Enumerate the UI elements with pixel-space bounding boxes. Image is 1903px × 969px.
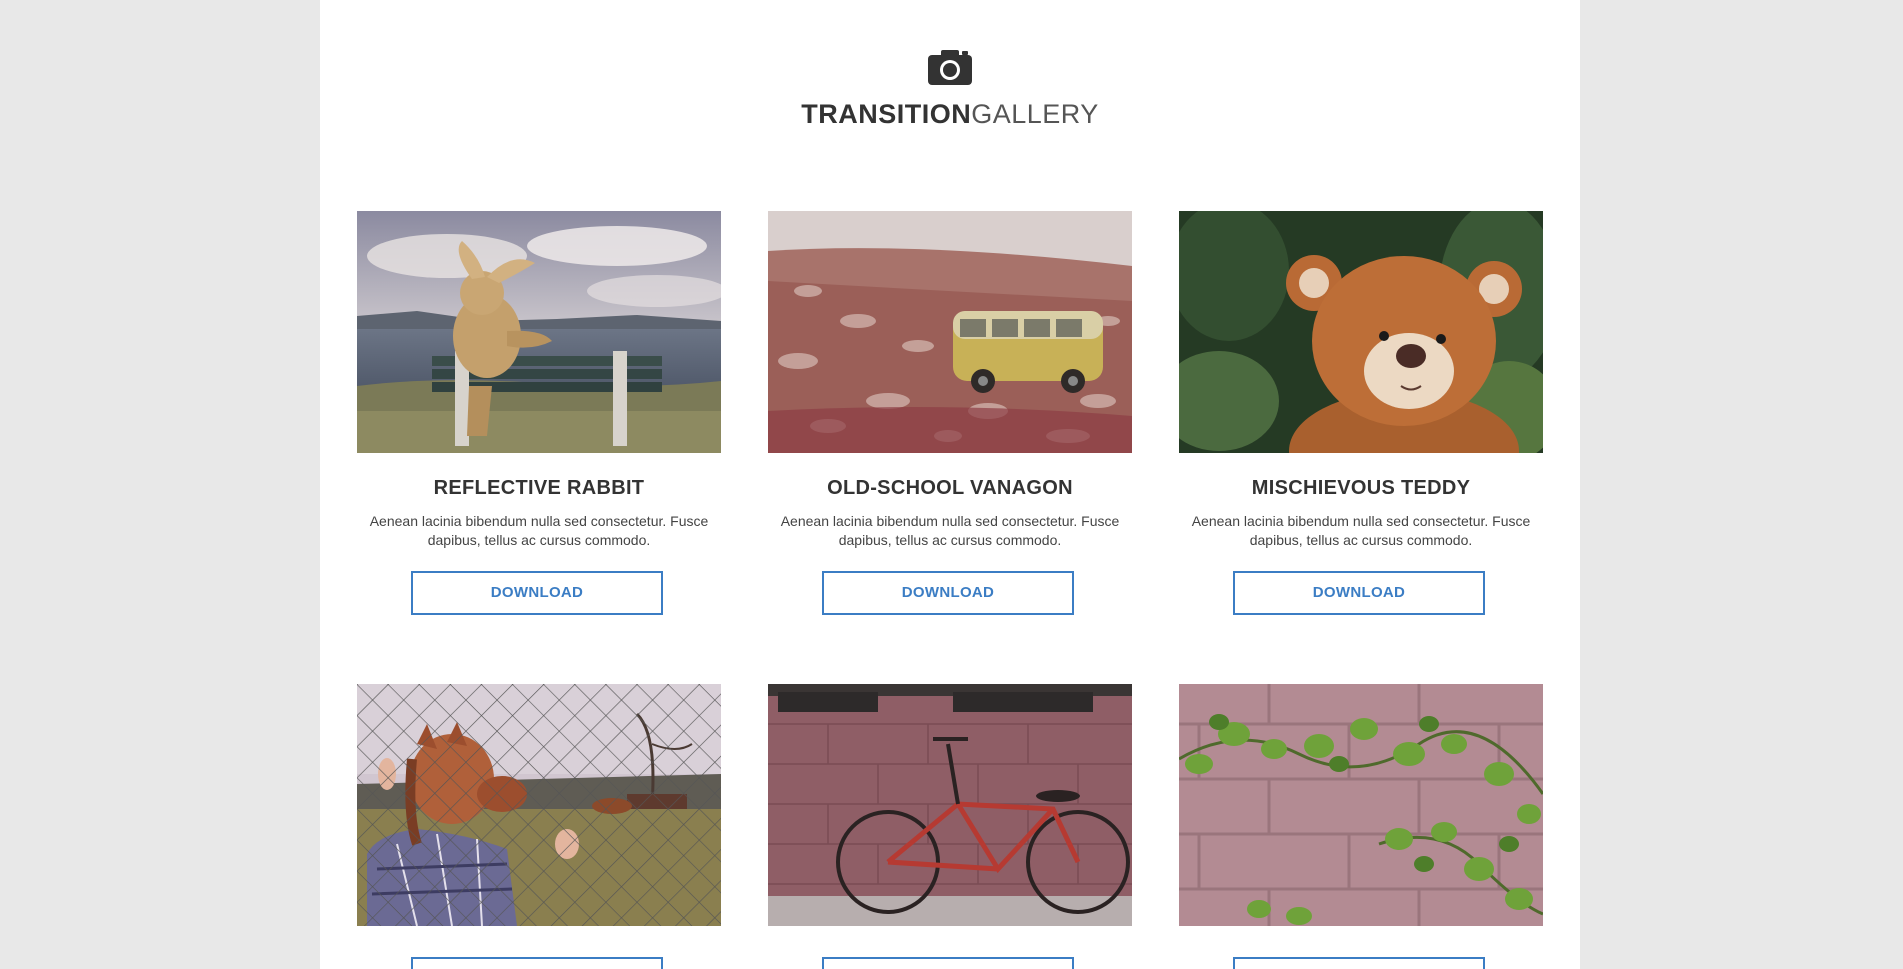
card-image[interactable] [357, 211, 721, 453]
download-button[interactable]: DOWNLOAD [411, 571, 663, 615]
card-image[interactable] [1179, 211, 1543, 453]
download-button[interactable] [822, 957, 1074, 969]
card-description: Aenean lacinia bibendum nulla sed consec… [369, 513, 709, 548]
download-button[interactable] [1233, 957, 1485, 969]
site-header: TRANSITIONGALLERY [320, 48, 1580, 131]
brand-light: GALLERY [971, 99, 1099, 129]
card-image[interactable] [357, 684, 721, 926]
download-button[interactable]: DOWNLOAD [1233, 571, 1485, 615]
camera-icon [928, 50, 972, 85]
card-description: Aenean lacinia bibendum nulla sed consec… [1191, 513, 1531, 548]
card-description: Aenean lacinia bibendum nulla sed consec… [780, 513, 1120, 548]
brand-strong: TRANSITION [801, 99, 972, 129]
download-button[interactable] [411, 957, 663, 969]
gallery-page: TRANSITIONGALLERY REFLECTIVE RABBIT Aene… [320, 0, 1580, 969]
card-title: REFLECTIVE RABBIT [433, 477, 645, 499]
download-button[interactable]: DOWNLOAD [822, 571, 1074, 615]
card-image[interactable] [1179, 684, 1543, 926]
card-title: OLD-SCHOOL VANAGON [827, 477, 1073, 499]
card-image[interactable] [768, 684, 1132, 926]
site-brand[interactable]: TRANSITIONGALLERY [320, 97, 1580, 131]
card-title: MISCHIEVOUS TEDDY [1251, 477, 1471, 499]
card-image[interactable] [768, 211, 1132, 453]
